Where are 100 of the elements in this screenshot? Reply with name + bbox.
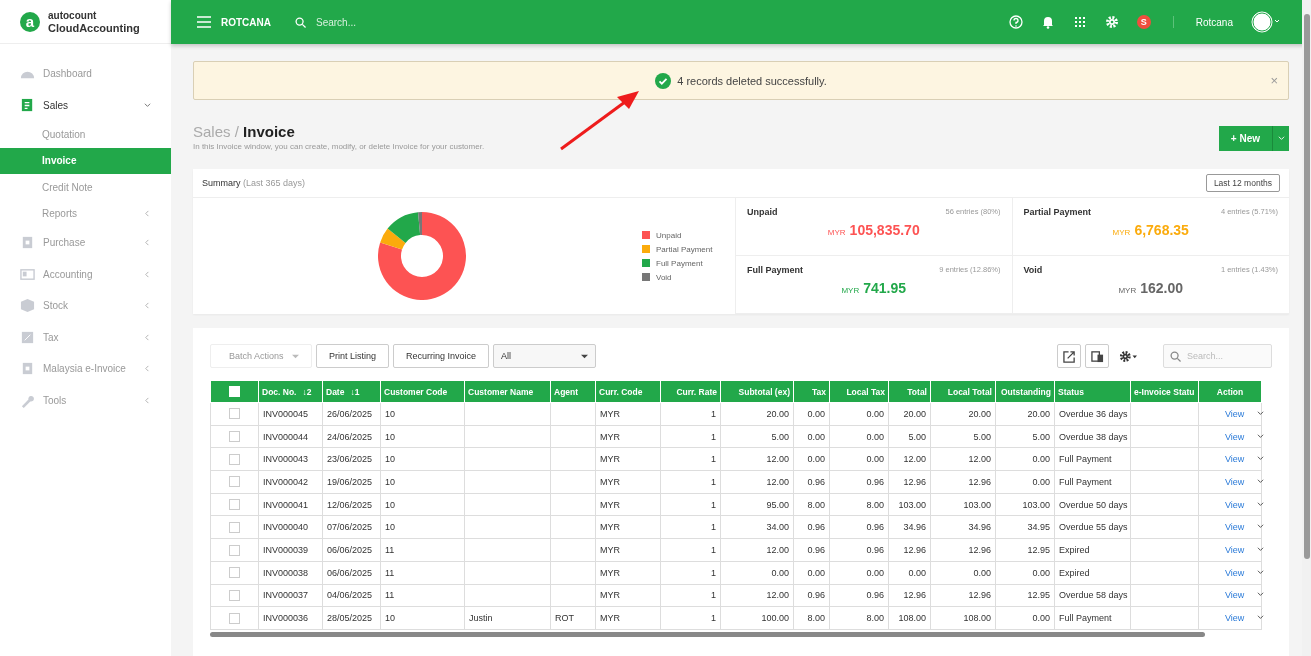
sidebar-subitem[interactable]: Reports (0, 200, 171, 227)
row-checkbox[interactable] (229, 431, 240, 443)
sidebar-item[interactable]: Sales (0, 89, 171, 121)
table-cell: 06/06/2025 (322, 538, 381, 562)
dropdown-button[interactable] (1272, 126, 1289, 151)
settings-icon[interactable] (1119, 349, 1137, 363)
sidebar-item[interactable]: Tax (0, 321, 171, 353)
range-button[interactable]: Last 12 months (1205, 174, 1280, 192)
breadcrumb-link[interactable]: Sales (193, 123, 231, 140)
column-header[interactable]: Curr. Code (595, 380, 661, 403)
sidebar-subitem[interactable]: Quotation (0, 121, 171, 148)
table-cell: 5.00 (888, 425, 931, 448)
avatar-icon[interactable] (1251, 11, 1281, 33)
sidebar-item[interactable]: Tools (0, 384, 171, 416)
column-header[interactable]: Tax (793, 380, 830, 403)
user-name[interactable]: Rotcana (1195, 16, 1233, 28)
table-cell: 0.96 (829, 538, 889, 562)
sidebar-item[interactable]: Accounting (0, 258, 171, 290)
search-icon[interactable] (295, 16, 306, 28)
row-checkbox[interactable] (229, 408, 240, 420)
view-link[interactable]: View (1225, 431, 1245, 442)
table-cell: Overdue 36 days (1054, 402, 1131, 426)
table-cell: 34.96 (930, 515, 996, 539)
view-link[interactable]: View (1225, 613, 1245, 624)
view-link[interactable]: View (1225, 499, 1245, 510)
table-cell: 12.96 (888, 538, 931, 562)
sidebar-item[interactable]: Malaysia e-Invoice (0, 353, 171, 385)
columns-button[interactable] (1085, 344, 1109, 368)
table-cell: 0.00 (930, 561, 996, 584)
chevron-down-icon[interactable] (1256, 500, 1264, 508)
export-button[interactable] (1057, 344, 1081, 368)
chevron-down-icon[interactable] (1256, 568, 1264, 576)
card-title: Unpaid (747, 207, 778, 217)
view-link[interactable]: View (1225, 590, 1245, 601)
row-checkbox[interactable] (229, 521, 240, 533)
column-header[interactable]: Agent (550, 380, 596, 403)
column-header[interactable]: e-Invoice Statu (1130, 380, 1199, 403)
sidebar-subitem[interactable]: Credit Note (0, 174, 171, 201)
chevron-down-icon[interactable] (1256, 409, 1264, 417)
toolbar-button[interactable]: Print Listing (316, 344, 390, 368)
filter-dropdown[interactable]: All (493, 344, 597, 368)
table-cell: MYR (595, 606, 661, 630)
view-link[interactable]: View (1225, 522, 1245, 533)
caret-icon (1277, 135, 1285, 142)
column-header[interactable]: Customer Name (464, 380, 551, 403)
row-checkbox[interactable] (229, 612, 240, 624)
column-header[interactable]: Subtotal (ex) (720, 380, 794, 403)
column-header[interactable]: Date ↓1 (322, 380, 381, 403)
view-link[interactable]: View (1225, 454, 1245, 465)
row-checkbox[interactable] (229, 567, 240, 579)
search-field[interactable]: Search... (316, 16, 999, 28)
view-link[interactable]: View (1225, 408, 1245, 419)
app-badge[interactable]: S (1136, 15, 1151, 29)
row-checkbox[interactable] (229, 544, 240, 556)
column-header[interactable]: Local Total (930, 380, 996, 403)
amount-value: 105,835.70 (849, 222, 920, 238)
alert-message: 4 records deleted successfully. (677, 74, 827, 87)
company-name[interactable]: ROTCANA (221, 16, 271, 28)
select-all-checkbox[interactable] (229, 386, 240, 398)
sidebar-item[interactable]: Stock (0, 290, 171, 322)
table-cell: MYR (595, 584, 661, 607)
sidebar-subitem[interactable]: Invoice (0, 147, 171, 174)
view-link[interactable]: View (1225, 476, 1245, 487)
help-icon[interactable] (1008, 15, 1023, 29)
table-cell: 11 (380, 561, 465, 584)
row-checkbox[interactable] (229, 499, 240, 511)
view-link[interactable]: View (1225, 544, 1245, 555)
chevron-down-icon[interactable] (1256, 545, 1264, 553)
column-header[interactable]: Customer Code (380, 380, 465, 403)
column-header[interactable]: Local Tax (829, 380, 889, 403)
row-checkbox[interactable] (229, 453, 240, 465)
sidebar-item[interactable]: Dashboard (0, 58, 171, 90)
menu-icon[interactable] (197, 16, 211, 28)
sidebar-item[interactable]: Purchase (0, 227, 171, 259)
export-icon (1062, 349, 1076, 363)
table-cell: 1 (660, 470, 721, 494)
column-header[interactable]: Action (1198, 380, 1262, 403)
column-header[interactable]: Curr. Rate (660, 380, 721, 403)
chevron-down-icon[interactable] (1256, 455, 1264, 463)
view-link[interactable]: View (1225, 567, 1245, 578)
scrollbar-thumb[interactable] (210, 631, 1205, 637)
table-cell: 95.00 (720, 493, 794, 516)
scrollbar-thumb[interactable] (1304, 14, 1310, 559)
column-header[interactable]: Status (1054, 380, 1131, 403)
table-cell: 103.00 (888, 493, 931, 516)
chevron-down-icon[interactable] (1256, 614, 1264, 622)
column-header[interactable]: Total (888, 380, 931, 403)
table-cell: 0.96 (793, 538, 830, 562)
row-checkbox[interactable] (229, 589, 240, 601)
chevron-down-icon[interactable] (1256, 523, 1264, 531)
toolbar-button[interactable]: Recurring Invoice (393, 344, 490, 368)
row-checkbox[interactable] (229, 476, 240, 488)
brand-name: autocount (48, 9, 98, 22)
chevron-down-icon[interactable] (1256, 591, 1264, 599)
chevron-down-icon[interactable] (1256, 477, 1264, 485)
grid-icon[interactable] (1072, 15, 1087, 29)
column-header[interactable]: Doc. No. ↓2 (258, 380, 323, 403)
column-header[interactable]: Outstanding (995, 380, 1055, 403)
chevron-down-icon[interactable] (1256, 432, 1264, 440)
close-button[interactable]: × (1270, 73, 1278, 88)
